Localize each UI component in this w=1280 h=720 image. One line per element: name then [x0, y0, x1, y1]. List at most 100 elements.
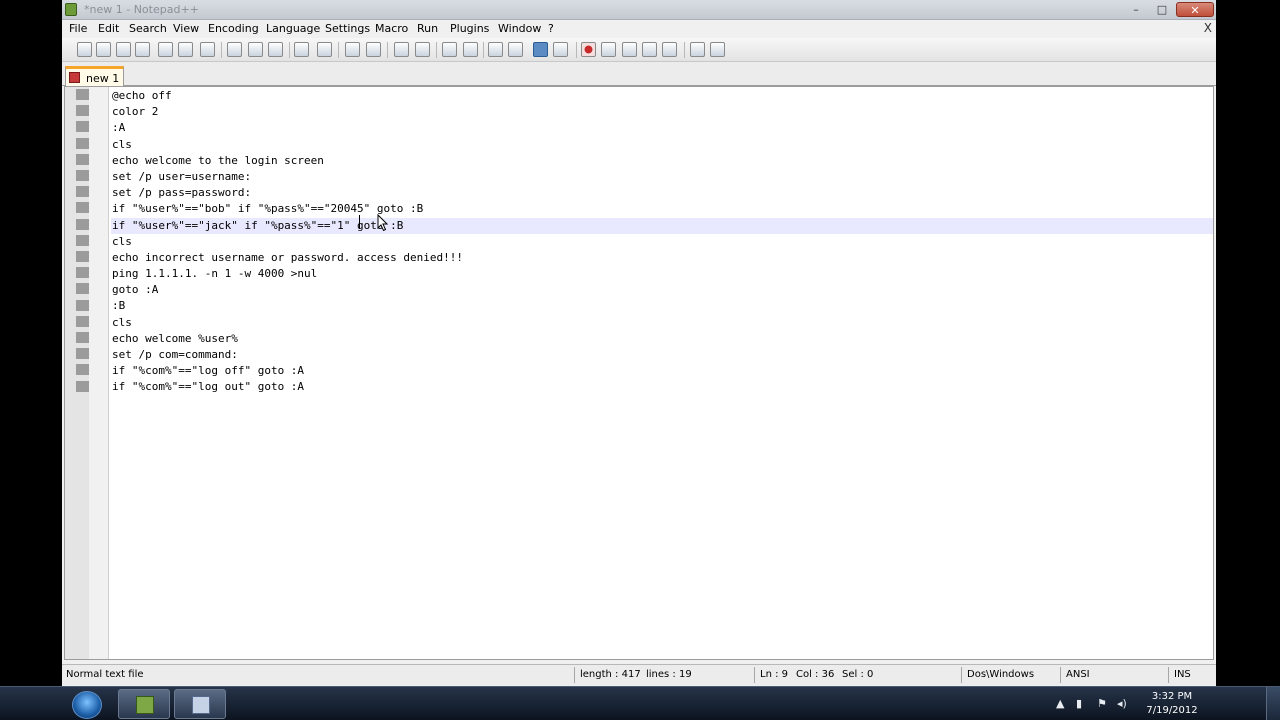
print-icon[interactable] — [200, 42, 215, 57]
title-bar[interactable]: *new 1 - Notepad++ – □ ✕ — [62, 0, 1216, 20]
menu-macro[interactable]: Macro — [375, 22, 408, 35]
insert-mode[interactable]: INS — [1174, 669, 1191, 680]
close-file-icon[interactable] — [158, 42, 173, 57]
menu-plugins[interactable]: Plugins — [450, 22, 489, 35]
user-defined-language-icon[interactable] — [553, 42, 568, 57]
code-line[interactable]: if "%com%"=="log off" goto :A — [111, 363, 1213, 379]
close-button[interactable]: ✕ — [1176, 2, 1214, 17]
zoom-in-icon[interactable] — [394, 42, 409, 57]
new-file-icon[interactable] — [77, 42, 92, 57]
network-icon[interactable]: ▮ — [1076, 697, 1082, 710]
menu-language[interactable]: Language — [266, 22, 320, 35]
code-line[interactable]: if "%user%"=="bob" if "%pass%"=="20045" … — [111, 201, 1213, 217]
volume-icon[interactable]: ◂) — [1117, 697, 1127, 710]
menu-edit[interactable]: Edit — [98, 22, 119, 35]
menu-search[interactable]: Search — [129, 22, 167, 35]
open-file-icon[interactable] — [96, 42, 111, 57]
replace-icon[interactable] — [366, 42, 381, 57]
minimize-button[interactable]: – — [1124, 2, 1148, 17]
start-button[interactable] — [72, 691, 102, 719]
code-line[interactable]: set /p com=command: — [111, 347, 1213, 363]
menu-help[interactable]: ? — [548, 22, 554, 35]
code-line[interactable]: echo welcome %user% — [111, 331, 1213, 347]
tab-bar: new 1 — [62, 62, 1216, 86]
line-number — [76, 283, 90, 294]
text-caret — [359, 215, 360, 229]
code-line[interactable]: cls — [111, 137, 1213, 153]
status-separator — [1060, 667, 1061, 683]
save-icon[interactable] — [116, 42, 131, 57]
save-all-icon[interactable] — [135, 42, 150, 57]
save-macro-icon[interactable] — [662, 42, 677, 57]
line-number — [76, 202, 90, 213]
code-line[interactable]: ping 1.1.1.1. -n 1 -w 4000 >nul — [111, 266, 1213, 282]
code-line[interactable]: :B — [111, 298, 1213, 314]
code-line[interactable]: @echo off — [111, 88, 1213, 104]
encoding-label[interactable]: ANSI — [1066, 669, 1090, 680]
window-title: *new 1 - Notepad++ — [84, 3, 199, 16]
redo-icon[interactable] — [317, 42, 332, 57]
record-macro-icon[interactable] — [581, 42, 596, 57]
code-line[interactable]: set /p user=username: — [111, 169, 1213, 185]
paste-icon[interactable] — [268, 42, 283, 57]
sync-vertical-icon[interactable] — [442, 42, 457, 57]
menu-file[interactable]: File — [69, 22, 87, 35]
taskbar-app-floppy[interactable] — [174, 689, 226, 719]
run-macro-multiple-icon[interactable] — [642, 42, 657, 57]
code-line[interactable]: if "%com%"=="log out" goto :A — [111, 379, 1213, 395]
file-type-label: Normal text file — [66, 669, 144, 680]
code-line[interactable]: :A — [111, 120, 1213, 136]
sync-horizontal-icon[interactable] — [463, 42, 478, 57]
plugin-icon[interactable] — [690, 42, 705, 57]
spell-check-icon[interactable] — [710, 42, 725, 57]
fold-margin[interactable] — [89, 87, 109, 659]
maximize-button[interactable]: □ — [1150, 2, 1174, 17]
clock-date[interactable]: 7/19/2012 — [1144, 705, 1200, 716]
close-all-icon[interactable] — [178, 42, 193, 57]
eol-format[interactable]: Dos\Windows — [967, 669, 1034, 680]
code-line[interactable]: color 2 — [111, 104, 1213, 120]
code-line[interactable]: goto :A — [111, 282, 1213, 298]
line-number — [76, 235, 90, 246]
notepad-plus-plus-app-icon[interactable] — [65, 3, 77, 16]
code-line[interactable]: cls — [111, 234, 1213, 250]
editor-area[interactable]: @echo off color 2 :A cls echo welcome to… — [64, 86, 1214, 660]
menu-window[interactable]: Window — [498, 22, 541, 35]
tab-new-1[interactable]: new 1 — [65, 66, 124, 86]
menu-encoding[interactable]: Encoding — [208, 22, 259, 35]
menu-view[interactable]: View — [173, 22, 199, 35]
cursor-column: Col : 36 — [796, 669, 835, 680]
cut-icon[interactable] — [227, 42, 242, 57]
show-desktop-button[interactable] — [1266, 687, 1280, 720]
close-document-button[interactable]: X — [1204, 21, 1212, 35]
menu-run[interactable]: Run — [417, 22, 438, 35]
stop-recording-icon[interactable] — [601, 42, 616, 57]
status-separator — [574, 667, 575, 683]
menu-settings[interactable]: Settings — [325, 22, 370, 35]
tab-label: new 1 — [86, 72, 120, 85]
code-line[interactable]: cls — [111, 315, 1213, 331]
action-center-flag-icon[interactable]: ⚑ — [1097, 697, 1107, 710]
current-code-line[interactable]: if "%user%"=="jack" if "%pass%"=="1" got… — [111, 217, 1213, 234]
word-wrap-icon[interactable] — [488, 42, 503, 57]
playback-macro-icon[interactable] — [622, 42, 637, 57]
copy-icon[interactable] — [248, 42, 263, 57]
code-line[interactable]: echo incorrect username or password. acc… — [111, 250, 1213, 266]
code-line[interactable]: set /p pass=password: — [111, 185, 1213, 201]
show-hidden-icons-icon[interactable]: ▲ — [1056, 697, 1064, 710]
code-line[interactable]: echo welcome to the login screen — [111, 153, 1213, 169]
line-number — [76, 186, 90, 197]
selection-length: Sel : 0 — [842, 669, 874, 680]
notepad-plus-plus-icon — [136, 696, 154, 714]
undo-icon[interactable] — [294, 42, 309, 57]
taskbar-notepad-plus-plus[interactable] — [118, 689, 170, 719]
clock-time[interactable]: 3:32 PM — [1146, 691, 1198, 702]
code-text[interactable]: @echo off color 2 :A cls echo welcome to… — [111, 88, 1213, 396]
line-number-margin[interactable] — [65, 87, 90, 659]
zoom-out-icon[interactable] — [415, 42, 430, 57]
show-all-characters-icon[interactable] — [508, 42, 523, 57]
indent-guide-icon[interactable] — [533, 42, 548, 57]
cursor-line: Ln : 9 — [760, 669, 788, 680]
status-separator — [754, 667, 755, 683]
find-icon[interactable] — [345, 42, 360, 57]
